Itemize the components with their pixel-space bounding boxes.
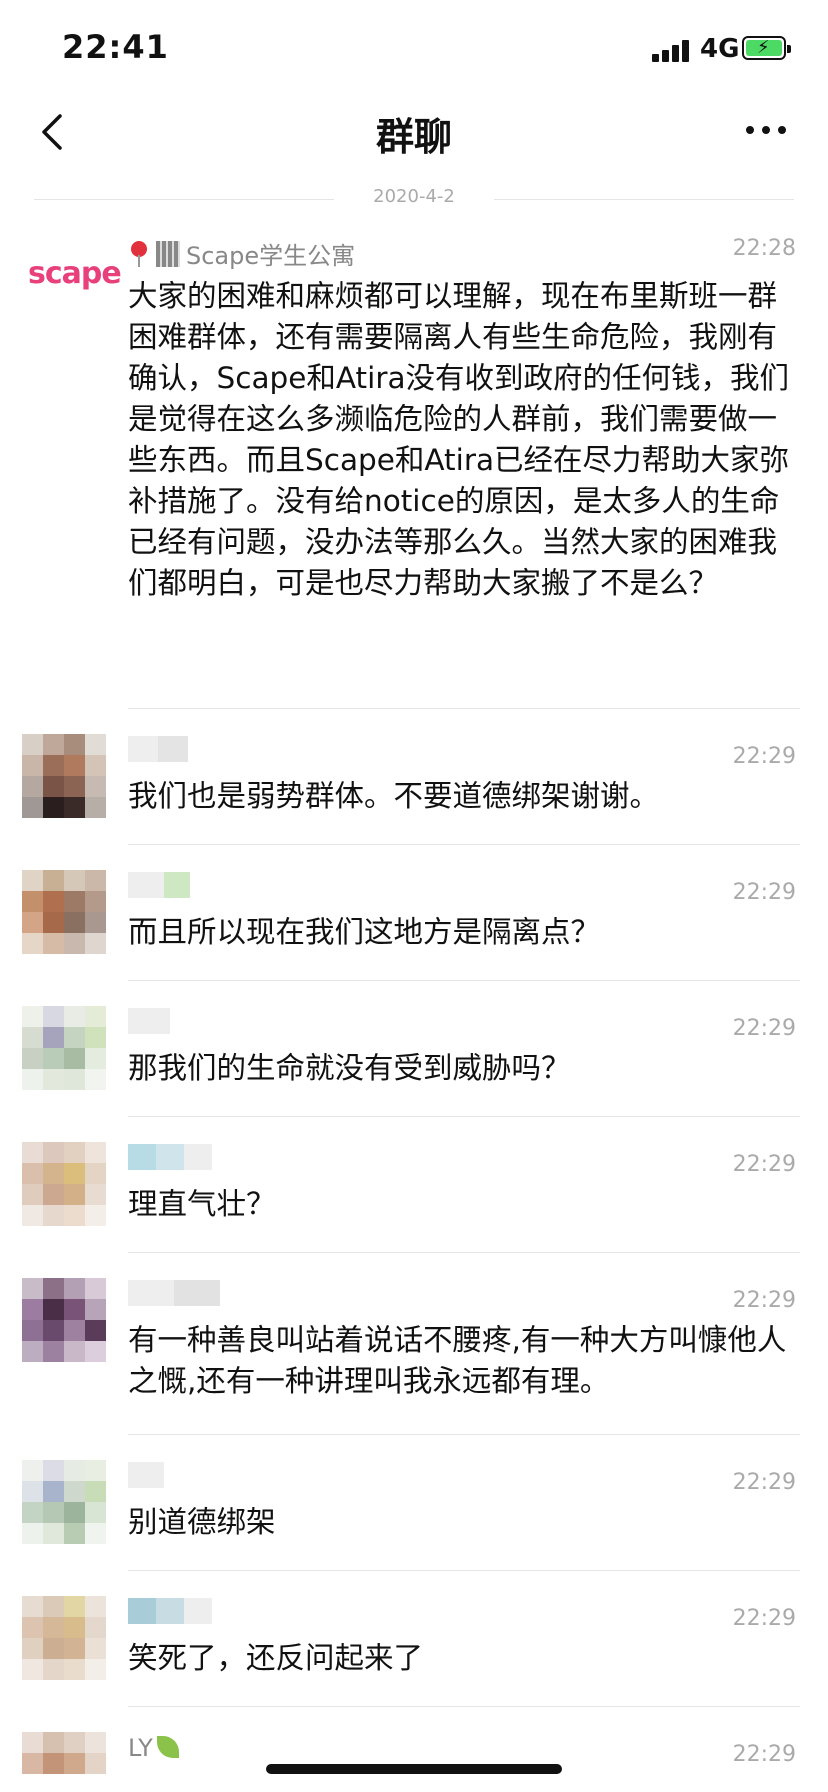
building-icon — [156, 241, 180, 267]
avatar[interactable] — [22, 1732, 106, 1792]
more-icon[interactable] — [746, 120, 790, 140]
message-item: 22:29 有一种善良叫站着说话不腰疼,有一种大方叫慷他人之慨,还有一种讲理叫我… — [0, 1254, 828, 1436]
divider — [128, 1706, 800, 1707]
sender-name-blurred — [128, 1280, 220, 1306]
status-bar: 22:41 4G ⚡ — [0, 0, 828, 92]
message-text: 那我们的生命就没有受到威胁吗？ — [128, 1051, 571, 1085]
message-text: 别道德绑架 — [128, 1505, 276, 1539]
message-text: 而且所以现在我们这地方是隔离点？ — [128, 915, 601, 949]
sender-name-text: Scape学生公寓 — [186, 242, 356, 270]
divider — [128, 1570, 800, 1571]
sender-name: Scape学生公寓 — [128, 236, 355, 271]
battery-icon: ⚡ — [742, 36, 791, 60]
sender-name-blurred — [128, 1598, 212, 1624]
pin-icon — [128, 241, 150, 267]
sender-name-blurred — [128, 736, 188, 762]
message-time: 22:29 — [732, 744, 796, 769]
sender-name-blurred — [128, 1462, 164, 1488]
sender-name-text: LY — [128, 1734, 153, 1762]
message-time: 22:29 — [732, 1016, 796, 1041]
page-title: 群聊 — [375, 115, 452, 159]
avatar[interactable] — [22, 870, 106, 954]
avatar[interactable] — [22, 734, 106, 818]
message-text: 大家的困难和麻烦都可以理解，现在布里斯班一群困难群体，还有需要隔离人有些生命危险… — [128, 279, 790, 600]
scape-logo: scape — [28, 256, 122, 291]
message-text: 有一种善良叫站着说话不腰疼,有一种大方叫慷他人之慨,还有一种讲理叫我永远都有理。 — [128, 1323, 787, 1398]
leaf-icon — [156, 1736, 179, 1758]
message-item: LY 22:29 — [0, 1708, 828, 1792]
nav-bar: 群聊 — [0, 92, 828, 172]
divider — [128, 1434, 800, 1435]
divider — [128, 980, 800, 981]
message-time: 22:29 — [732, 1152, 796, 1177]
message-time: 22:28 — [732, 236, 796, 261]
network-label: 4G — [700, 34, 740, 64]
message-item: 22:29 理直气壮？ — [0, 1118, 828, 1254]
message-item: scape Scape学生公寓 22:28 大家的困难和麻烦都可以理解，现在布里… — [0, 232, 828, 710]
sender-name: LY — [128, 1734, 179, 1762]
message-text: 我们也是弱势群体。不要道德绑架谢谢。 — [128, 779, 660, 813]
message-time: 22:29 — [732, 880, 796, 905]
avatar[interactable] — [22, 1596, 106, 1680]
divider — [128, 1252, 800, 1253]
message-time: 22:29 — [732, 1470, 796, 1495]
sender-name-blurred — [128, 1008, 170, 1034]
divider — [128, 844, 800, 845]
divider — [128, 1116, 800, 1117]
signal-icon — [652, 40, 692, 62]
avatar[interactable] — [22, 1006, 106, 1090]
sender-name-blurred — [128, 872, 190, 898]
message-item: 22:29 笑死了，还反问起来了 — [0, 1572, 828, 1708]
status-time: 22:41 — [62, 28, 169, 66]
avatar[interactable] — [22, 1460, 106, 1544]
avatar[interactable] — [22, 1278, 106, 1362]
message-item: 22:29 别道德绑架 — [0, 1436, 828, 1572]
date-divider: 2020-4-2 — [34, 184, 794, 214]
message-text: 理直气壮？ — [128, 1187, 276, 1221]
avatar[interactable]: scape — [28, 256, 122, 296]
message-item: 22:29 那我们的生命就没有受到威胁吗？ — [0, 982, 828, 1118]
sender-name-blurred — [128, 1144, 212, 1170]
message-item: 22:29 我们也是弱势群体。不要道德绑架谢谢。 — [0, 710, 828, 846]
home-indicator[interactable] — [266, 1764, 562, 1774]
message-time: 22:29 — [732, 1606, 796, 1631]
avatar[interactable] — [22, 1142, 106, 1226]
message-time: 22:29 — [732, 1742, 796, 1767]
message-item: 22:29 而且所以现在我们这地方是隔离点？ — [0, 846, 828, 982]
date-label: 2020-4-2 — [373, 186, 455, 207]
divider — [128, 708, 800, 709]
message-time: 22:29 — [732, 1288, 796, 1313]
message-text: 笑死了，还反问起来了 — [128, 1641, 424, 1675]
